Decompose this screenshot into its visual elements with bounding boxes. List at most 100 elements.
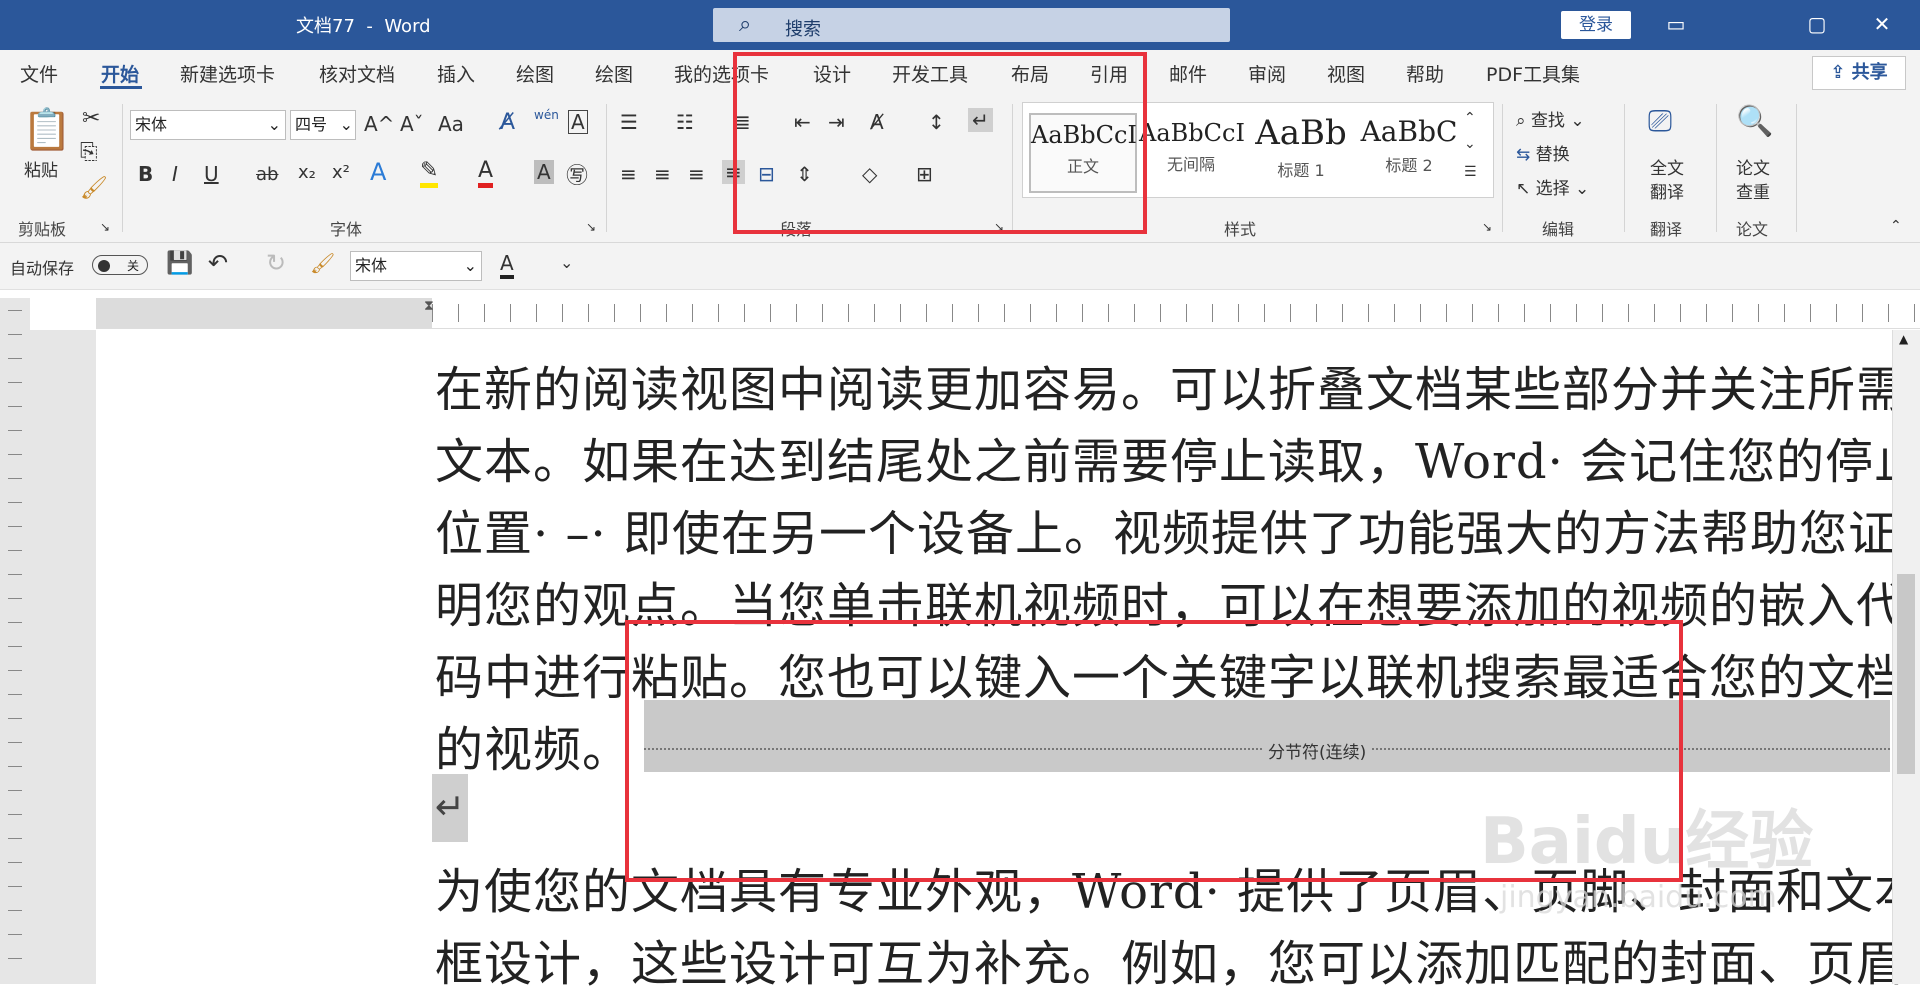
clipboard-launcher-icon[interactable]: ↘ [100,220,110,234]
tab-new-tab[interactable]: 新建选项卡 [180,60,275,87]
enclose-char-icon[interactable]: ㊢ [566,158,588,190]
char-shading-icon[interactable]: A [534,160,554,184]
close-window-icon[interactable]: ✕ [1862,10,1902,38]
align-left-icon[interactable]: ≡ [620,162,637,186]
underline-button[interactable]: U [204,162,219,186]
find-button[interactable]: ⌕ 查找 ⌄ [1516,106,1585,131]
replace-button[interactable]: ⇆ 替换 [1516,140,1570,165]
paragraph-mark-icon[interactable]: ↵ [432,774,468,842]
format-painter-qat-icon[interactable]: 🖌 [310,251,335,275]
style-no-spacing[interactable]: AaBbCcI 无间隔 [1139,113,1245,189]
tab-draw-2[interactable]: 绘图 [595,60,633,87]
undo-icon[interactable]: ↶ [208,249,228,277]
font-color-icon[interactable]: A [478,158,494,188]
paste-icon[interactable]: 📋 [22,106,72,153]
search-box[interactable]: ⌕ 搜索 [713,8,1230,42]
translate-line1[interactable]: 全文 [1650,154,1684,179]
qat-font-select[interactable]: 宋体 ⌄ [350,251,482,281]
subscript-button[interactable]: x₂ [298,162,316,183]
font-size-select[interactable]: 四号 ⌄ [290,110,356,140]
customize-qat-icon[interactable]: ⌄ [560,253,573,272]
styles-scroll-up-icon[interactable]: ⌃ [1464,110,1476,126]
select-icon: ↖ [1516,179,1536,199]
paper-line2[interactable]: 查重 [1736,178,1770,203]
ribbon-display-options-icon[interactable]: ▭ [1656,10,1696,38]
translate-line2[interactable]: 翻译 [1650,178,1684,203]
save-icon[interactable]: 💾 [166,251,193,276]
scrollbar-thumb[interactable] [1897,574,1915,774]
tab-file[interactable]: 文件 [20,60,58,87]
tab-review[interactable]: 审阅 [1248,60,1286,87]
group-divider [1502,104,1503,232]
share-button[interactable]: ⇪ 共享 [1812,56,1906,90]
select-button[interactable]: ↖ 选择 ⌄ [1516,174,1589,199]
autosave-label: 自动保存 [10,259,75,278]
format-painter-icon[interactable]: 🖌 [80,176,108,201]
restore-window-icon[interactable]: ▢ [1797,10,1837,38]
vertical-ruler[interactable] [0,300,30,984]
grow-font-button[interactable]: A^ [364,112,394,136]
tab-view[interactable]: 视图 [1327,60,1365,87]
style-heading-2[interactable]: AaBbC 标题 2 [1357,113,1461,189]
bullets-icon[interactable]: ☰ [620,110,638,134]
highlight-icon[interactable]: ✎ [420,158,439,188]
clipboard-group-label: 剪贴板 [18,220,67,239]
translate-icon[interactable]: ⎚ [1648,104,1672,139]
tab-draw[interactable]: 绘图 [516,60,554,87]
doc-line[interactable]: 在新的阅读视图中阅读更加容易。可以折叠文档某些部分并关注所需 [435,350,1905,420]
quick-access-toolbar: 自动保存 关 💾 ↶ ↻ 🖌 宋体 ⌄ A ⌄ [0,243,1920,290]
window-title: 文档77 - Word [296,16,431,37]
change-case-button[interactable]: Aa [438,112,464,136]
paper-line1[interactable]: 论文 [1736,154,1770,179]
shrink-font-button[interactable]: Aˇ [400,112,424,136]
tab-review-doc[interactable]: 核对文档 [319,60,395,87]
search-label: 搜索 [785,19,821,40]
find-icon: ⌕ [1516,111,1531,131]
scroll-up-icon[interactable]: ▲ [1899,332,1908,346]
qat-font-color-icon[interactable]: A [500,251,514,279]
numbering-icon[interactable]: ☷ [676,110,694,134]
collapse-ribbon-icon[interactable]: ⌃ [1890,218,1902,234]
tab-home[interactable]: 开始 [101,60,139,87]
cut-icon[interactable]: ✂ [82,106,100,131]
login-button[interactable]: 登录 [1561,11,1631,39]
paste-button[interactable]: 粘贴 [24,156,58,181]
styles-more-icon[interactable]: ☰ [1464,164,1477,180]
italic-button[interactable]: I [172,162,178,186]
tab-mailings[interactable]: 邮件 [1169,60,1207,87]
highlight-box-section-break [625,620,1683,882]
doc-line[interactable]: 位置· –· 即使在另一个设备上。视频提供了功能强大的方法帮助您证 [435,494,1897,564]
horizontal-ruler[interactable]: ⧗ [96,298,1920,329]
superscript-button[interactable]: x² [332,162,350,183]
share-icon: ⇪ [1830,62,1852,83]
align-center-icon[interactable]: ≡ [654,162,671,186]
tab-pdf-tools[interactable]: PDF工具集 [1486,60,1580,87]
indent-marker-icon[interactable]: ⧗ [424,298,434,314]
align-right-icon[interactable]: ≡ [688,162,705,186]
paper-check-icon[interactable]: 🔍 [1736,104,1773,139]
ruler-ticks [432,304,1920,322]
tab-help[interactable]: 帮助 [1406,60,1444,87]
tab-insert[interactable]: 插入 [437,60,475,87]
style-heading-1[interactable]: AaBb 标题 1 [1249,113,1353,189]
font-launcher-icon[interactable]: ↘ [586,220,596,234]
phonetic-guide-button[interactable]: wén [534,108,559,122]
doc-line[interactable]: 文本。如果在达到结尾处之前需要停止读取，Word· 会记住您的停止 [435,422,1920,492]
replace-icon: ⇆ [1516,145,1536,165]
active-tab-indicator [100,86,142,89]
redo-icon[interactable]: ↻ [266,249,286,277]
text-effects-icon[interactable]: A [370,158,386,186]
copy-icon[interactable]: ⎘ [80,140,98,165]
clear-format-icon[interactable]: A̸ [500,110,515,135]
watermark-url: jingyan.baidu.com [1500,880,1777,915]
translate-group-label: 翻译 [1650,220,1683,239]
styles-launcher-icon[interactable]: ↘ [1482,220,1492,234]
font-name-select[interactable]: 宋体 ⌄ [130,110,286,140]
doc-line[interactable]: 的视频。 [435,710,631,780]
char-border-icon[interactable]: A [568,110,588,134]
vertical-scrollbar[interactable]: ▲ [1892,330,1920,984]
strikethrough-button[interactable]: ab [256,164,278,185]
editing-group-label: 编辑 [1542,220,1575,239]
styles-scroll-down-icon[interactable]: ⌄ [1464,136,1476,152]
bold-button[interactable]: B [138,162,153,186]
